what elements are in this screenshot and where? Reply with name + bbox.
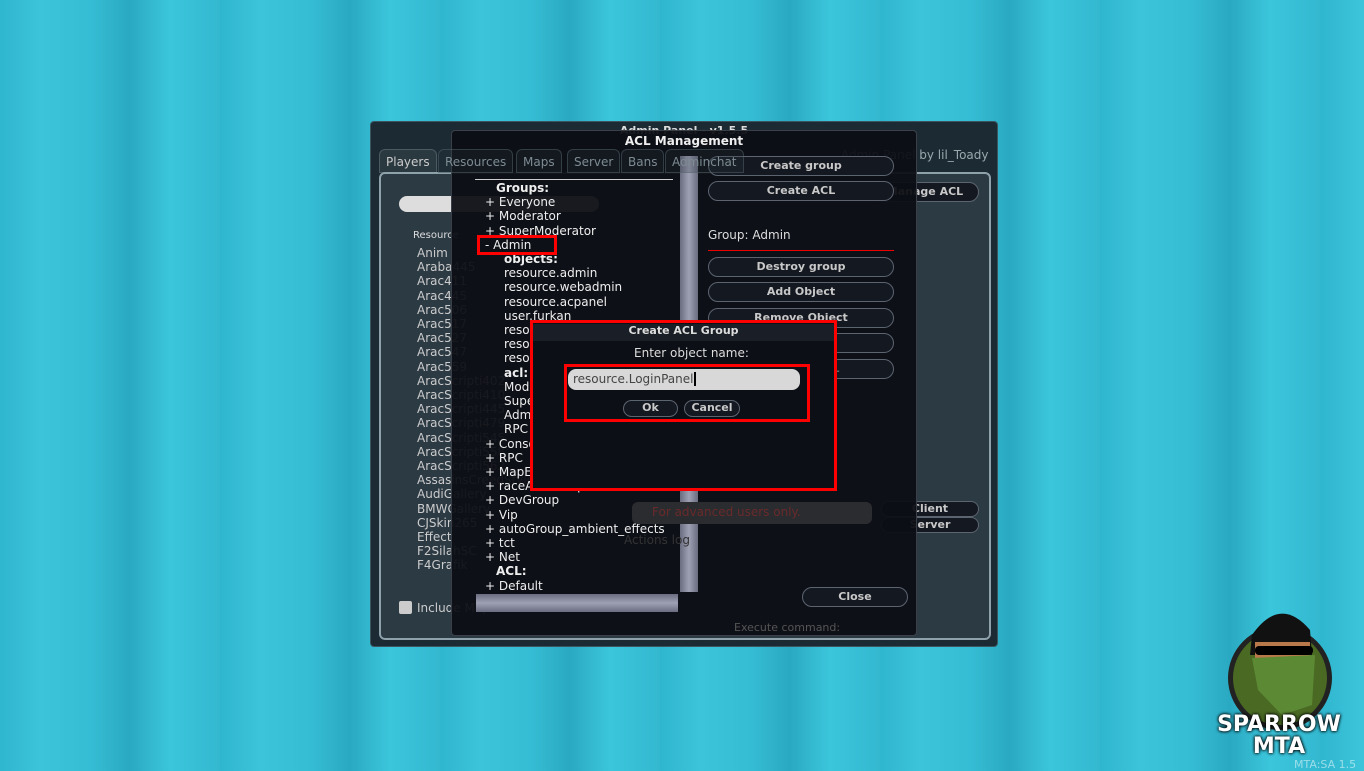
acl-tree-item[interactable]: + Vip (485, 508, 518, 522)
acl-tree-item[interactable]: + Everyone (485, 195, 555, 209)
sparrow-mta-logo: SPARROW MTA (1217, 600, 1341, 760)
add-object-button[interactable]: Add Object (708, 282, 894, 302)
acl-tree-item[interactable]: + tct (485, 536, 515, 550)
acl-tree-item[interactable]: + DevGroup (485, 493, 559, 507)
highlight-input (564, 364, 810, 422)
highlight-admin-group (477, 235, 557, 255)
tree-horizontal-scrollbar[interactable] (476, 594, 678, 612)
include-maps-checkbox[interactable] (399, 601, 412, 614)
acl-tree-item[interactable]: + Moderator (485, 209, 561, 223)
acl-tree-item[interactable]: resource.webadmin (504, 280, 622, 294)
command-input[interactable]: For advanced users only. (632, 502, 872, 524)
acl-tree-item[interactable]: ACL: (496, 564, 527, 578)
create-group-button[interactable]: Create group (708, 156, 894, 176)
acl-tree-item[interactable]: resource.acpanel (504, 295, 607, 309)
acl-tree-item[interactable]: + RPC (485, 451, 523, 465)
acl-tree-item[interactable]: acl: (504, 366, 528, 380)
close-button[interactable]: Close (802, 587, 908, 607)
logo-line1: SPARROW (1217, 712, 1341, 737)
logo-line2: MTA (1252, 734, 1306, 759)
group-divider (708, 250, 894, 251)
group-label: Group: Admin (708, 228, 791, 242)
resource-item[interactable]: Effect (417, 530, 452, 544)
acl-tree-item[interactable]: RPC (504, 422, 528, 436)
acl-tree-item[interactable]: + Default (485, 579, 543, 593)
create-acl-button[interactable]: Create ACL (708, 181, 894, 201)
mta-watermark: MTA:SA 1.5 (1294, 758, 1357, 771)
tree-divider (475, 179, 673, 180)
acl-tree-item[interactable]: Groups: (496, 181, 549, 195)
acl-tree-item[interactable]: resource.admin (504, 266, 597, 280)
tab-players[interactable]: Players (379, 149, 437, 173)
acl-window-title: ACL Management (624, 134, 744, 148)
destroy-group-button[interactable]: Destroy group (708, 257, 894, 277)
actions-log-label: Actions log (624, 533, 690, 547)
acl-tree-item[interactable]: + Net (485, 550, 520, 564)
resource-item[interactable]: Anim (417, 246, 448, 260)
execute-command-label: Execute command: (734, 621, 841, 634)
